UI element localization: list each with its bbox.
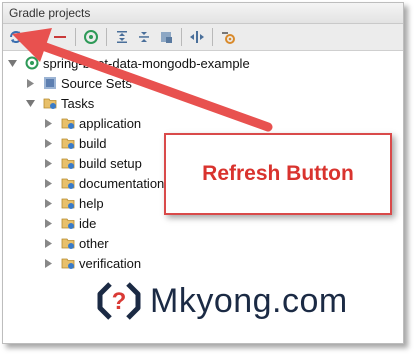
collapsed-arrow-icon[interactable] — [43, 118, 53, 128]
task-folder-icon — [43, 96, 57, 110]
task-folder-icon — [61, 116, 75, 130]
svg-text:?: ? — [112, 288, 127, 315]
tree-item-task-group[interactable]: verification — [43, 253, 141, 273]
task-group-label: build setup — [79, 155, 142, 171]
toolbar-separator — [106, 28, 107, 46]
task-folder-icon — [61, 156, 75, 170]
task-group-label: documentation — [79, 175, 165, 191]
tree-item-task-group[interactable]: application — [43, 113, 141, 133]
task-folder-icon — [61, 216, 75, 230]
gradle-project-icon — [25, 56, 39, 70]
offline-icon[interactable] — [155, 26, 177, 48]
collapse-all-icon[interactable] — [133, 26, 155, 48]
toolbar-separator — [181, 28, 182, 46]
collapsed-arrow-icon[interactable] — [43, 238, 53, 248]
expanded-arrow-icon[interactable] — [25, 98, 35, 108]
task-group-label: application — [79, 115, 142, 131]
remove-icon[interactable] — [49, 26, 71, 48]
refresh-icon[interactable] — [5, 26, 27, 48]
project-name: spring-boot-data-mongodb-example — [43, 55, 250, 71]
execute-task-icon[interactable] — [80, 26, 102, 48]
task-folder-icon — [61, 236, 75, 250]
add-icon[interactable] — [27, 26, 49, 48]
toolbar — [3, 24, 403, 51]
toolbar-separator — [75, 28, 76, 46]
task-group-label: other — [79, 235, 109, 251]
collapsed-arrow-icon[interactable] — [25, 78, 35, 88]
brand-name: Mkyong.com — [150, 281, 348, 320]
tree-item-task-group[interactable]: other — [43, 233, 109, 253]
tree-item-tasks[interactable]: Tasks — [25, 93, 94, 113]
expanded-arrow-icon[interactable] — [7, 58, 17, 68]
brand-logo-icon: ? — [97, 282, 141, 320]
tree-item-project[interactable]: spring-boot-data-mongodb-example — [7, 53, 250, 73]
collapsed-arrow-icon[interactable] — [43, 138, 53, 148]
toolbar-separator — [212, 28, 213, 46]
source-sets-label: Source Sets — [61, 75, 132, 91]
settings-icon[interactable] — [217, 26, 239, 48]
collapsed-arrow-icon[interactable] — [43, 178, 53, 188]
task-group-label: verification — [79, 255, 142, 271]
tree-item-task-group[interactable]: help — [43, 193, 104, 213]
tree-item-task-group[interactable]: documentation — [43, 173, 164, 193]
panel-title: Gradle projects — [3, 3, 403, 24]
tree-item-task-group[interactable]: build setup — [43, 153, 142, 173]
refresh-button-callout: Refresh Button — [164, 133, 392, 215]
tasks-label: Tasks — [61, 95, 95, 111]
collapsed-arrow-icon[interactable] — [43, 158, 53, 168]
tree-item-task-group[interactable]: ide — [43, 213, 96, 233]
task-group-label: ide — [79, 215, 97, 231]
toggle-icon[interactable] — [186, 26, 208, 48]
mkyong-logo: ? Mkyong.com — [96, 277, 348, 325]
task-folder-icon — [61, 196, 75, 210]
task-folder-icon — [61, 256, 75, 270]
task-group-label: help — [79, 195, 104, 211]
task-folder-icon — [61, 136, 75, 150]
tree-item-task-group[interactable]: build — [43, 133, 106, 153]
collapsed-arrow-icon[interactable] — [43, 198, 53, 208]
module-icon — [43, 76, 57, 90]
collapsed-arrow-icon[interactable] — [43, 218, 53, 228]
task-folder-icon — [61, 176, 75, 190]
collapsed-arrow-icon[interactable] — [43, 258, 53, 268]
expand-all-icon[interactable] — [111, 26, 133, 48]
task-group-label: build — [79, 135, 107, 151]
tree-item-source-sets[interactable]: Source Sets — [25, 73, 132, 93]
